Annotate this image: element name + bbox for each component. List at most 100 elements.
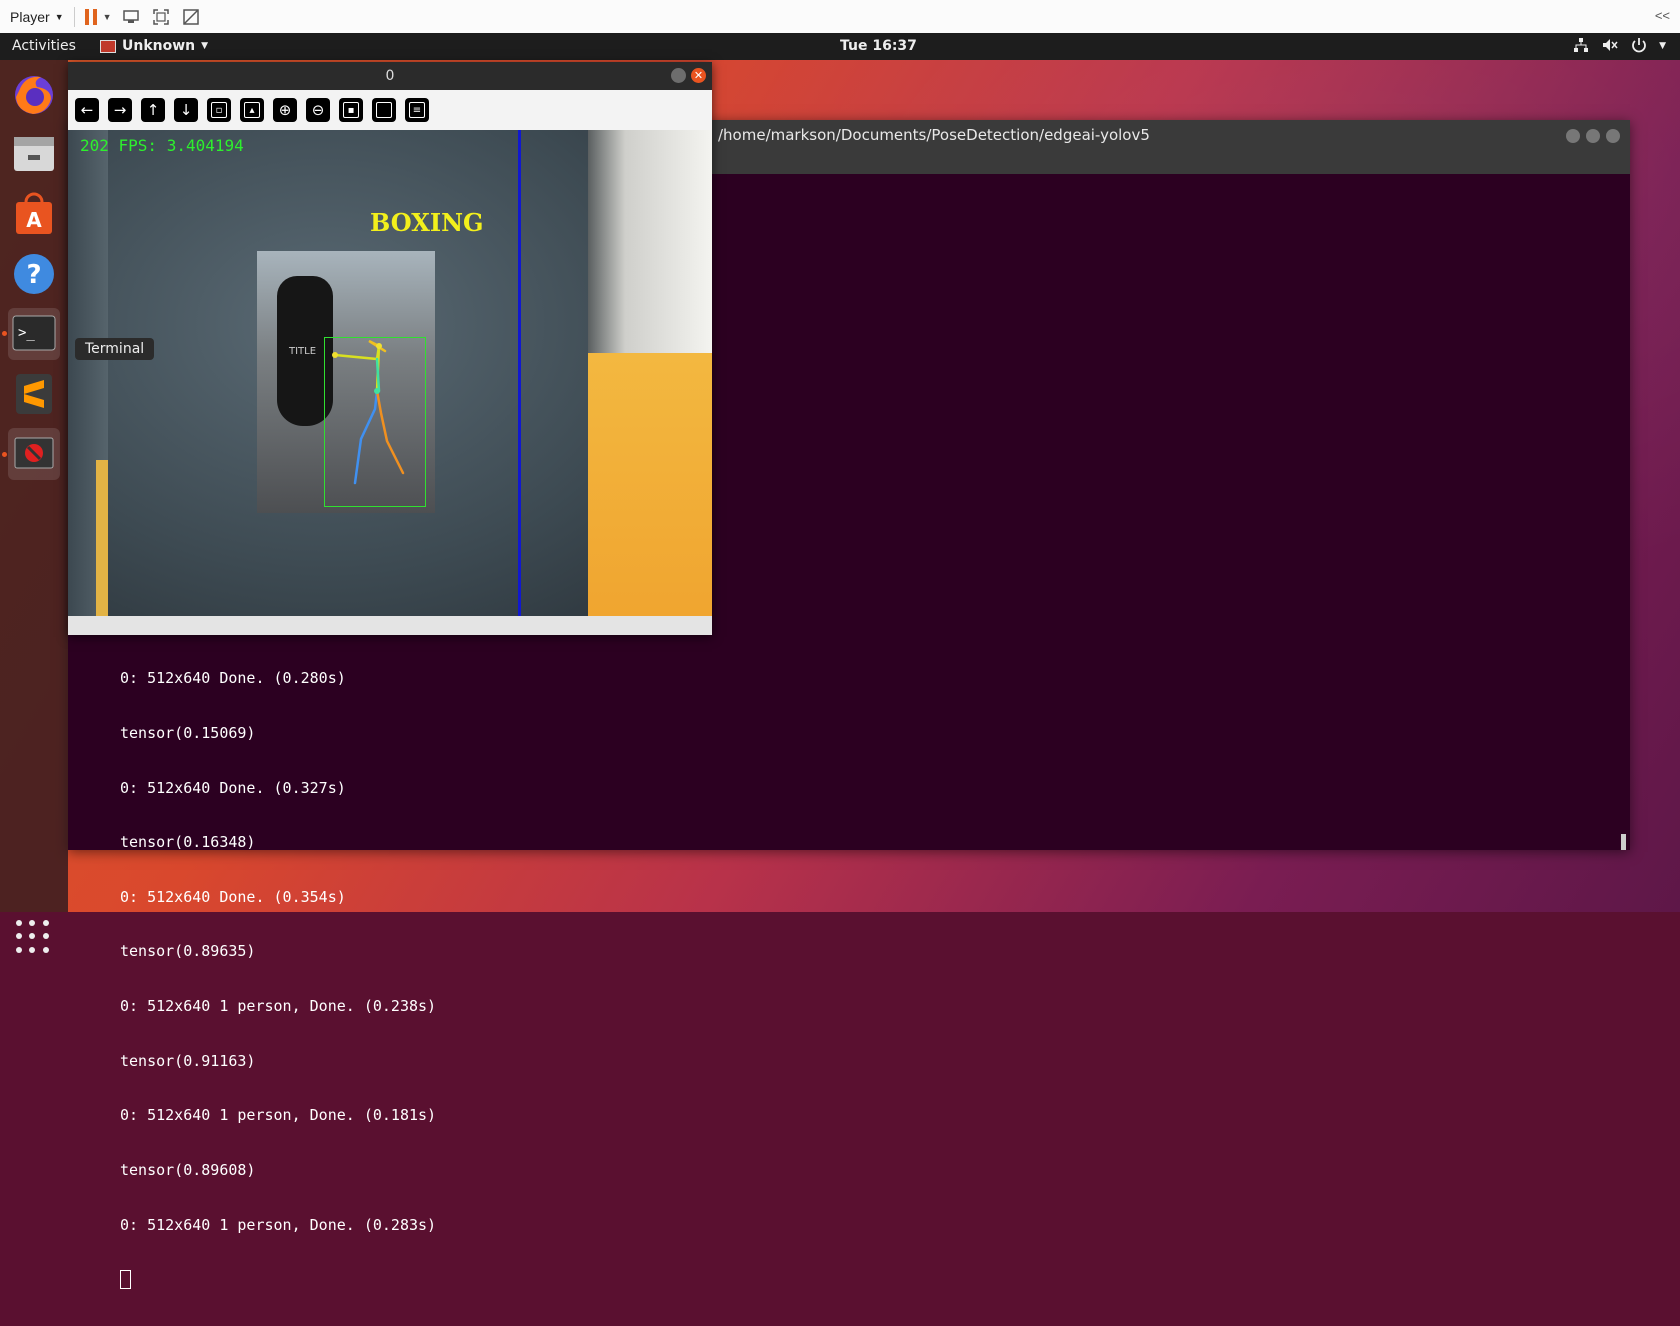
arrow-right-icon: →	[113, 101, 127, 119]
copy-button[interactable]	[372, 98, 396, 122]
terminal-line: 0: 512x640 Done. (0.280s)	[120, 669, 346, 688]
zoom-fit-button[interactable]: ▴	[240, 98, 264, 122]
chevron-down-icon: ▼	[54, 11, 64, 22]
send-ctrl-alt-del-icon[interactable]	[120, 6, 142, 28]
help-icon: ?	[14, 254, 54, 294]
terminal-window-controls	[1566, 129, 1620, 143]
terminal-line: tensor(0.16348)	[120, 833, 256, 852]
chevron-down-icon[interactable]: ▼	[103, 12, 112, 22]
frame-right-background	[588, 130, 712, 616]
terminal-scrollbar[interactable]	[1621, 834, 1626, 850]
sublime-text-launcher[interactable]	[8, 368, 60, 420]
opencv-window[interactable]: 0 ✕ ← → ↑ ↓ ▫ ▴ ⊕ ⊖ ▪ ≡ TITLE 202 FPS: 3…	[68, 62, 712, 635]
chevron-down-icon: ▼	[1659, 41, 1666, 51]
clipboard-icon	[376, 102, 392, 118]
terminal-launcher[interactable]: >_	[8, 308, 60, 360]
frame-left-background	[68, 130, 108, 616]
minimize-button[interactable]	[1566, 129, 1580, 143]
terminal-line: 0: 512x640 1 person, Done. (0.238s)	[120, 997, 437, 1016]
fps-overlay: 202 FPS: 3.404194	[80, 136, 244, 155]
show-applications-icon[interactable]	[16, 920, 50, 954]
firefox-icon	[15, 76, 53, 114]
power-icon	[1631, 37, 1647, 57]
video-frame[interactable]: TITLE 202 FPS: 3.404194 BOXING	[68, 130, 712, 616]
close-button[interactable]	[1606, 129, 1620, 143]
terminal-cursor	[120, 1270, 131, 1290]
terminal-title: /home/markson/Documents/PoseDetection/ed…	[718, 126, 1150, 144]
fullscreen-icon[interactable]	[150, 6, 172, 28]
terminal-line: tensor(0.15069)	[120, 724, 256, 743]
minimize-button[interactable]	[671, 68, 686, 83]
collapse-toolbar-button[interactable]: <<	[1655, 8, 1670, 23]
save-button[interactable]: ▪	[339, 98, 363, 122]
app-icon	[100, 39, 116, 53]
pan-up-button[interactable]: ↑	[141, 98, 165, 122]
image-icon: ▫	[211, 102, 227, 118]
system-tray[interactable]: ▼	[1573, 37, 1666, 57]
running-indicator	[2, 331, 7, 336]
svg-text:A: A	[26, 208, 42, 232]
properties-button[interactable]: ≡	[405, 98, 429, 122]
disabled-app-launcher[interactable]	[8, 428, 60, 480]
terminal-output[interactable]: 0: 512x640 Done. (0.280s) tensor(0.15069…	[120, 633, 436, 1326]
software-icon: A	[16, 192, 52, 234]
files-icon	[14, 137, 54, 171]
gnome-top-bar: Activities Unknown ▼ Tue 16:37 ▼	[0, 33, 1680, 60]
terminal-line: 0: 512x640 Done. (0.327s)	[120, 778, 346, 797]
terminal-line: tensor(0.89608)	[120, 1160, 256, 1179]
action-label: BOXING	[370, 208, 484, 237]
app-menu-label: Unknown	[122, 38, 196, 54]
firefox-launcher[interactable]	[8, 68, 60, 120]
zoom-original-button[interactable]: ▫	[207, 98, 231, 122]
pan-left-button[interactable]: ←	[75, 98, 99, 122]
boxing-photo: TITLE	[257, 251, 435, 513]
files-launcher[interactable]	[8, 128, 60, 180]
volume-muted-icon	[1601, 37, 1619, 57]
pan-right-button[interactable]: →	[108, 98, 132, 122]
frame-divider-line	[518, 130, 521, 616]
arrow-left-icon: ←	[80, 101, 94, 119]
zoom-out-button[interactable]: ⊖	[306, 98, 330, 122]
zoom-in-button[interactable]: ⊕	[273, 98, 297, 122]
dock-tooltip: Terminal	[75, 338, 155, 360]
properties-icon: ≡	[409, 102, 425, 118]
player-label: Player	[10, 8, 50, 25]
player-menu[interactable]: Player ▼	[10, 9, 64, 25]
sublime-text-icon	[16, 374, 52, 414]
ubuntu-dock: A ? >_	[0, 60, 68, 953]
disabled-app-icon	[14, 437, 54, 469]
clock[interactable]: Tue 16:37	[840, 38, 917, 54]
opencv-toolbar: ← → ↑ ↓ ▫ ▴ ⊕ ⊖ ▪ ≡	[68, 90, 712, 130]
opencv-statusbar	[68, 616, 712, 635]
pose-skeleton	[332, 339, 405, 485]
svg-text:?: ?	[26, 260, 41, 290]
separator	[73, 6, 75, 27]
help-launcher[interactable]: ?	[8, 248, 60, 300]
close-button[interactable]: ✕	[691, 68, 706, 83]
pause-icon[interactable]	[84, 8, 97, 25]
svg-text:>_: >_	[18, 325, 35, 341]
vmware-toolbar: Player ▼ ▼ <<	[0, 0, 1680, 34]
terminal-line: 0: 512x640 1 person, Done. (0.181s)	[120, 1106, 437, 1125]
activities-button[interactable]: Activities	[12, 38, 76, 54]
maximize-button[interactable]	[1586, 129, 1600, 143]
network-icon	[1573, 37, 1589, 57]
arrow-up-icon: ↑	[146, 101, 160, 119]
save-icon: ▪	[343, 102, 359, 118]
opencv-titlebar[interactable]: 0 ✕	[68, 62, 712, 90]
terminal-icon: >_	[12, 315, 56, 351]
image-fit-icon: ▴	[244, 102, 260, 118]
terminal-line: tensor(0.89635)	[120, 942, 256, 961]
software-launcher[interactable]: A	[8, 188, 60, 240]
pan-down-button[interactable]: ↓	[174, 98, 198, 122]
opencv-window-title: 0	[385, 68, 395, 84]
terminal-line: 0: 512x640 1 person, Done. (0.283s)	[120, 1215, 437, 1234]
running-indicator	[2, 452, 7, 457]
zoom-in-icon: ⊕	[278, 101, 292, 119]
zoom-out-icon: ⊖	[311, 101, 325, 119]
terminal-line: 0: 512x640 Done. (0.354s)	[120, 887, 346, 906]
chevron-down-icon: ▼	[201, 41, 209, 51]
terminal-line: tensor(0.91163)	[120, 1051, 256, 1070]
app-menu[interactable]: Unknown ▼	[100, 38, 208, 54]
unity-mode-icon[interactable]	[180, 6, 202, 28]
